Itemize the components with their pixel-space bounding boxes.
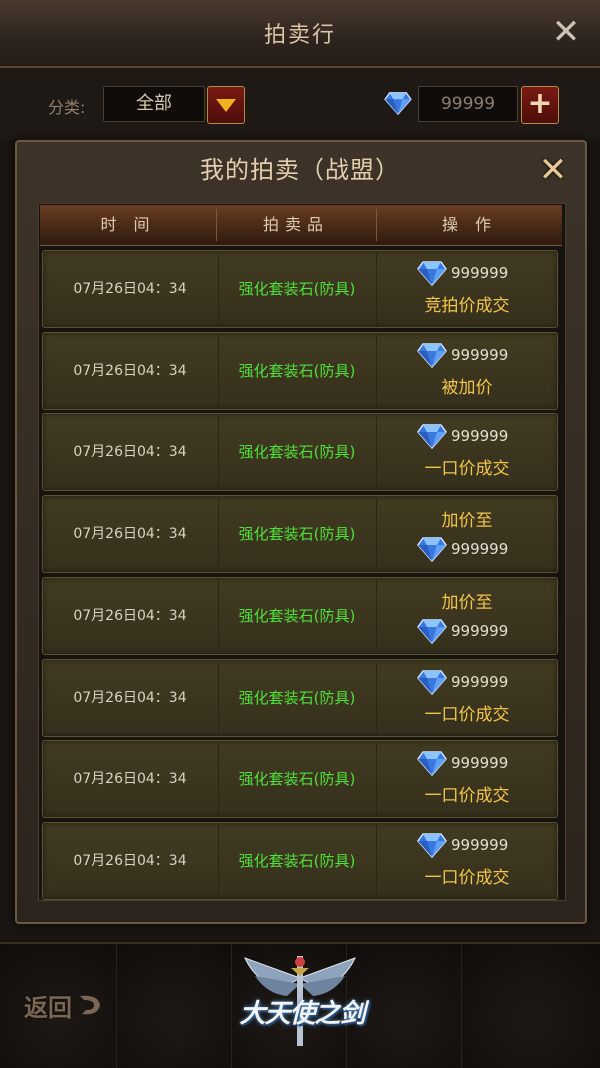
- diamond-icon: [417, 833, 447, 858]
- row-action: 999999 一口价成交: [377, 660, 557, 736]
- row-time: 07月26日04：34: [73, 281, 187, 297]
- table-row[interactable]: 07月26日04：34 强化套装石(防具) 999999 一口价成交: [42, 740, 558, 819]
- row-price-value: 999999: [451, 540, 509, 559]
- row-status: 竞拍价成交: [424, 296, 510, 316]
- row-action: 999999 竞拍价成交: [377, 251, 557, 327]
- table-row[interactable]: 07月26日04：34 强化套装石(防具) 999999 竞拍价成交: [42, 250, 558, 328]
- row-item-name: 强化套装石(防具): [238, 851, 356, 870]
- row-item-name: 强化套装石(防具): [238, 688, 356, 707]
- triangle-down-icon: [216, 99, 236, 112]
- close-icon[interactable]: ✕: [550, 14, 582, 50]
- diamond-icon: [384, 92, 412, 115]
- row-action: 999999 一口价成交: [377, 414, 557, 490]
- row-item-name: 强化套装石(防具): [238, 525, 356, 544]
- diamond-icon: [417, 261, 447, 286]
- row-time: 07月26日04：34: [73, 771, 187, 788]
- logo-text: 大天使之剑: [239, 999, 365, 1029]
- row-price: 999999: [417, 832, 557, 858]
- column-header-item: 拍卖品: [262, 215, 329, 234]
- row-time: 07月26日04：34: [73, 607, 187, 624]
- category-label: 分类:: [48, 98, 86, 117]
- diamond-icon: [417, 669, 447, 695]
- diamond-icon: [417, 424, 447, 450]
- diamond-icon: [417, 751, 447, 777]
- close-icon[interactable]: ✕: [535, 150, 571, 190]
- table-row[interactable]: 07月26日04：34 强化套装石(防具) 999999 一口价成交: [42, 413, 558, 492]
- row-status: 加价至: [441, 511, 493, 532]
- currency-amount: 99999: [418, 86, 518, 122]
- table-row[interactable]: 07月26日04：34 强化套装石(防具) 999999 一口价成交: [42, 821, 558, 900]
- row-item-name: 强化套装石(防具): [238, 770, 356, 789]
- column-header-time: 时 间: [100, 215, 156, 234]
- row-time: 07月26日04：34: [73, 362, 187, 379]
- row-action: 999999 加价至: [377, 496, 557, 572]
- row-price-value: 999999: [451, 672, 509, 691]
- row-action: 999999 加价至: [377, 578, 557, 654]
- row-price: 999999: [417, 342, 557, 368]
- row-status: 加价至: [441, 592, 493, 613]
- row-time: 07月26日04：34: [73, 526, 187, 543]
- row-price: 999999: [417, 423, 557, 450]
- row-price: 999999: [417, 618, 557, 644]
- row-price: 999999: [417, 669, 557, 695]
- row-item-name: 强化套装石(防具): [238, 280, 356, 298]
- row-status: 一口价成交: [424, 867, 510, 888]
- category-select[interactable]: 全部: [103, 86, 205, 122]
- row-item-name: 强化套装石(防具): [238, 443, 356, 462]
- row-time: 07月26日04：34: [73, 689, 187, 706]
- column-header-action: 操 作: [441, 215, 498, 234]
- table-row[interactable]: 07月26日04：34 强化套装石(防具) 999999 加价至: [42, 495, 558, 574]
- row-action: 999999 一口价成交: [377, 823, 557, 899]
- page-title: 拍卖行: [263, 23, 336, 48]
- row-price-value: 999999: [451, 427, 509, 446]
- row-status: 一口价成交: [424, 786, 510, 807]
- row-price-value: 999999: [451, 621, 509, 640]
- row-time: 07月26日04：34: [73, 852, 187, 869]
- table-row[interactable]: 07月26日04：34 强化套装石(防具) 999999 加价至: [42, 576, 558, 655]
- row-action: 999999 一口价成交: [377, 741, 557, 817]
- category-dropdown-button[interactable]: [207, 86, 245, 124]
- row-price: 999999: [417, 750, 557, 777]
- dialog-title: 我的拍卖（战盟）: [200, 156, 400, 184]
- row-price-value: 999999: [451, 754, 509, 773]
- back-arrow-icon: [80, 995, 100, 1015]
- table-row[interactable]: 07月26日04：34 强化套装石(防具) 999999 被加价: [42, 331, 558, 410]
- row-action: 999999 被加价: [377, 333, 557, 409]
- row-status: 被加价: [441, 377, 493, 398]
- diamond-icon: [417, 342, 447, 368]
- row-status: 一口价成交: [424, 459, 510, 480]
- row-time: 07月26日04：34: [73, 444, 187, 461]
- row-item-name: 强化套装石(防具): [238, 606, 356, 625]
- row-price: 999999: [417, 260, 557, 286]
- row-item-name: 强化套装石(防具): [238, 361, 356, 380]
- title-bar: 拍卖行 ✕: [0, 0, 600, 68]
- back-button[interactable]: 返回: [24, 988, 72, 1023]
- row-price-value: 999999: [451, 345, 509, 364]
- plus-icon[interactable]: +: [521, 86, 559, 124]
- row-price: 999999: [417, 536, 557, 563]
- row-price-value: 999999: [451, 264, 509, 282]
- diamond-icon: [417, 619, 447, 644]
- row-price-value: 999999: [451, 835, 509, 854]
- table-row[interactable]: 07月26日04：34 强化套装石(防具) 999999 一口价成交: [42, 658, 558, 737]
- diamond-icon: [417, 537, 447, 563]
- table-header: 时 间 拍卖品 操 作: [40, 205, 562, 246]
- row-status: 一口价成交: [424, 704, 510, 725]
